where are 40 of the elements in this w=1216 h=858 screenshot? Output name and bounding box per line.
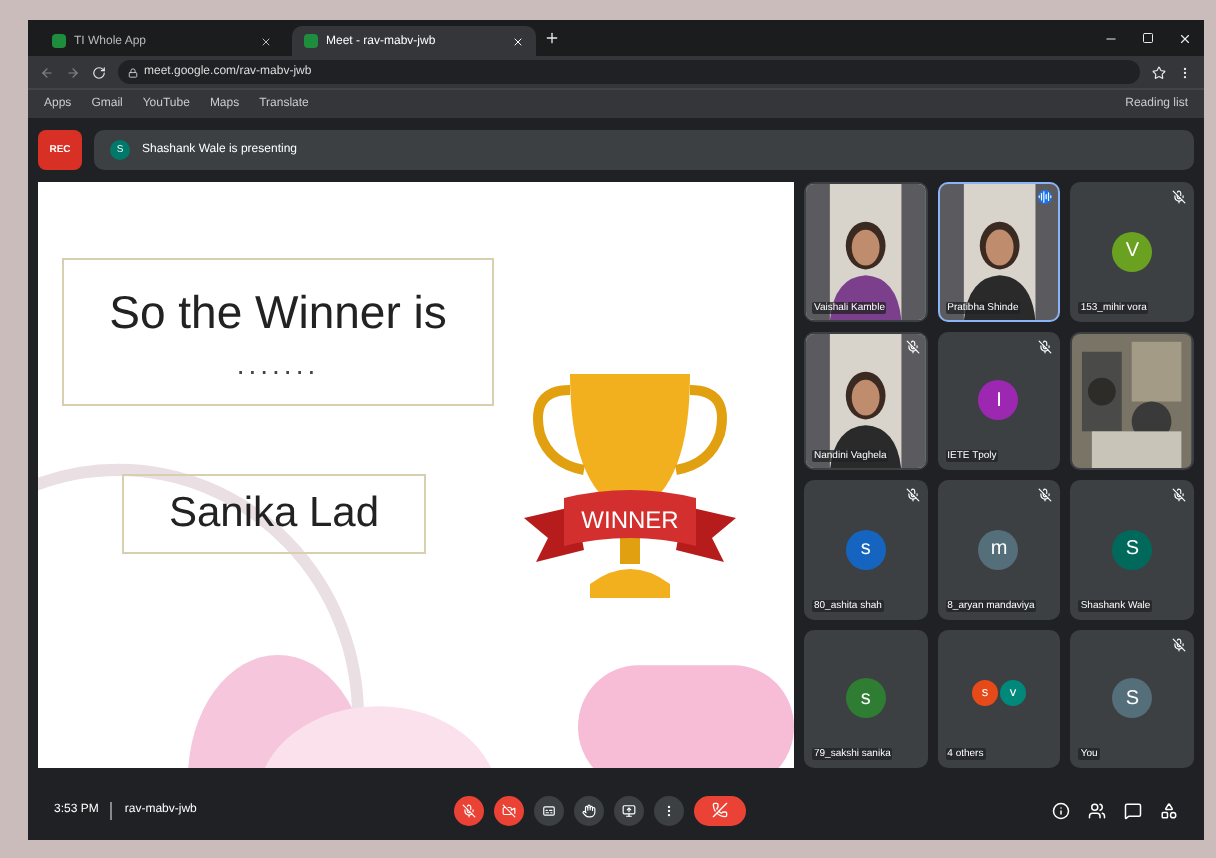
- lock-icon: [128, 67, 138, 77]
- people-icon[interactable]: [1088, 801, 1106, 819]
- microphone-button[interactable]: [454, 795, 484, 825]
- slide-dots: .......: [236, 347, 320, 379]
- more-icon: [662, 803, 676, 817]
- participant-avatar: s: [845, 678, 886, 719]
- info-icon[interactable]: [1052, 801, 1070, 819]
- captions-icon: [542, 803, 556, 817]
- menu-icon[interactable]: [1178, 65, 1192, 79]
- leave-call-button[interactable]: [694, 795, 746, 825]
- back-icon[interactable]: [40, 65, 54, 79]
- mic-off-icon: [462, 803, 476, 817]
- participant-avatar: V: [1112, 231, 1153, 272]
- participant-avatar: S: [1112, 529, 1153, 570]
- bookmark-star-icon[interactable]: [1152, 65, 1166, 79]
- reload-icon[interactable]: [92, 65, 106, 79]
- raise-hand-button[interactable]: [574, 795, 604, 825]
- captions-button[interactable]: [534, 795, 564, 825]
- participant-avatar: m: [978, 529, 1019, 570]
- camera-off-icon: [502, 803, 516, 817]
- new-tab-icon[interactable]: [544, 30, 560, 46]
- forward-icon[interactable]: [66, 65, 80, 79]
- participant-avatar: I: [978, 380, 1019, 421]
- close-icon[interactable]: [260, 35, 272, 47]
- tab-favicon-icon: [304, 34, 318, 48]
- participant-avatar: s: [845, 529, 886, 570]
- chat-icon[interactable]: [1124, 801, 1142, 819]
- winner-name: Sanika Lad: [122, 474, 426, 554]
- slide-heading: So the Winner is: [109, 285, 447, 339]
- maximize-icon[interactable]: [1142, 32, 1154, 44]
- tab-favicon-icon: [52, 34, 66, 48]
- phone-hangup-icon: [712, 802, 728, 818]
- present-button[interactable]: [614, 795, 644, 825]
- trophy-ribbon-label: WINNER: [581, 506, 679, 534]
- participant-tile[interactable]: [1070, 331, 1194, 470]
- present-icon: [622, 803, 636, 817]
- participant-avatar: S: [1112, 678, 1153, 719]
- activities-icon[interactable]: [1160, 801, 1178, 819]
- camera-button[interactable]: [494, 795, 524, 825]
- hand-icon: [582, 803, 596, 817]
